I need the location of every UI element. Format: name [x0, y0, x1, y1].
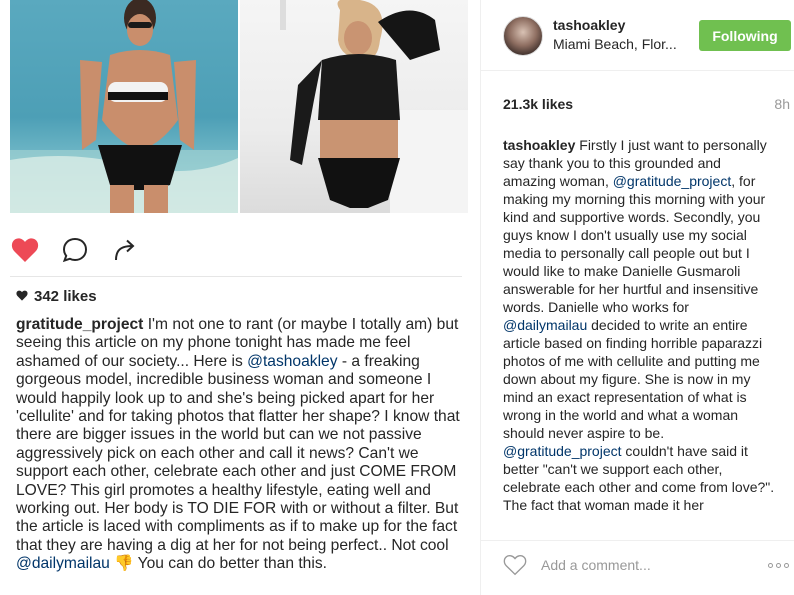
post-sidebar: tashoakley Miami Beach, Flor... Followin…: [480, 0, 794, 595]
post-caption: tashoakley Firstly I just want to person…: [503, 136, 777, 528]
divider: [481, 70, 794, 71]
left-post: 342 likes gratitude_project I'm not one …: [0, 0, 480, 595]
thumbs-down-emoji: 👎: [114, 555, 134, 573]
more-options-icon[interactable]: [768, 562, 789, 568]
likes-count[interactable]: 21.3k likes: [503, 96, 573, 112]
beach-photo-figure: [10, 0, 238, 213]
likes-count[interactable]: 342 likes: [16, 288, 97, 305]
mention-link[interactable]: @gratitude_project: [613, 173, 732, 189]
studio-photo-figure: [280, 0, 468, 213]
divider: [481, 540, 794, 541]
mention-link[interactable]: @dailymailau: [503, 317, 587, 333]
mention-link[interactable]: @gratitude_project: [503, 443, 622, 459]
post-photo-collage: [10, 0, 468, 213]
caption-username[interactable]: gratitude_project: [16, 316, 143, 333]
mention-link[interactable]: @dailymailau: [16, 555, 110, 572]
comment-bubble-icon[interactable]: [60, 235, 90, 265]
caption-username[interactable]: tashoakley: [503, 137, 575, 153]
divider: [10, 276, 462, 277]
comment-bar: [503, 552, 793, 578]
header-location[interactable]: Miami Beach, Flor...: [553, 36, 677, 52]
avatar[interactable]: [503, 16, 543, 56]
beach-photo: [10, 0, 238, 213]
caption-text: decided to write an entire article based…: [503, 317, 763, 441]
header-username[interactable]: tashoakley: [553, 17, 625, 33]
caption-text: - a freaking gorgeous model, incredible …: [16, 352, 460, 554]
caption-text: You can do better than this.: [133, 555, 327, 573]
mention-link[interactable]: @tashoakley: [247, 353, 337, 370]
following-button[interactable]: Following: [699, 20, 791, 51]
post-header: tashoakley Miami Beach, Flor... Followin…: [503, 14, 793, 60]
caption-text: , for making my morning this morning wit…: [503, 173, 766, 315]
heart-outline-icon[interactable]: [503, 554, 527, 576]
comment-input[interactable]: [541, 557, 741, 573]
heart-filled-icon[interactable]: [10, 235, 40, 265]
studio-photo: [240, 0, 468, 213]
small-heart-icon: [16, 288, 28, 305]
post-caption: gratitude_project I'm not one to rant (o…: [16, 316, 464, 574]
post-timestamp[interactable]: 8h: [774, 96, 790, 112]
share-arrow-icon[interactable]: [110, 235, 140, 265]
likes-label: 342 likes: [34, 288, 97, 305]
post-actions: [10, 232, 140, 268]
